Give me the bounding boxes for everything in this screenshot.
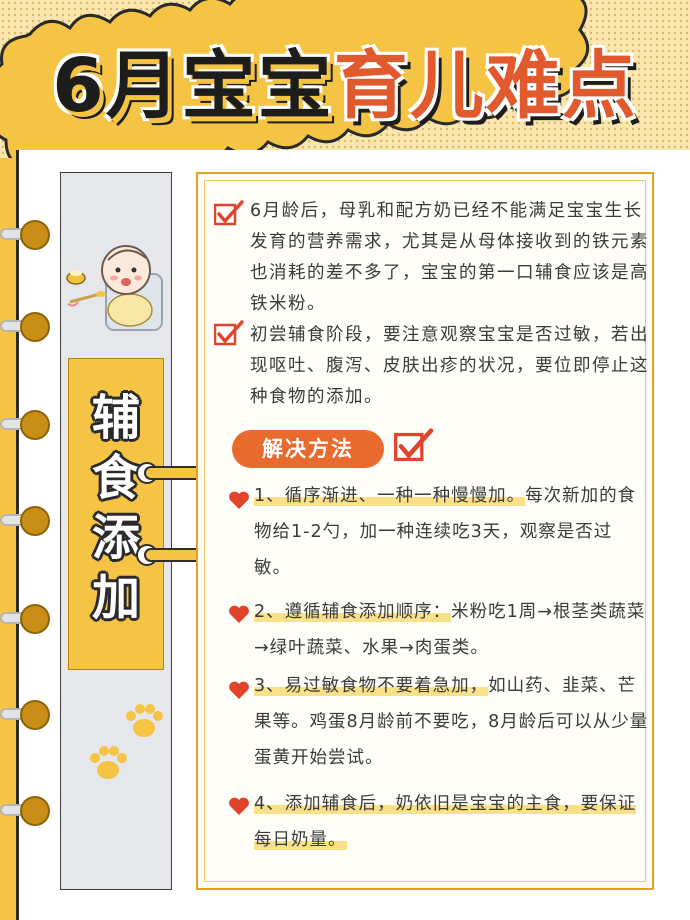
intro-paragraph-2: 初尝辅食阶段，要注意观察宝宝是否过敏，若出现呕吐、腹泻、皮肤出疹的状况，要位即停… — [250, 325, 649, 407]
checkbox-tick-icon — [394, 428, 434, 462]
page-background: 6月宝宝育儿难点 辅 食 添 加 6月龄后，母乳和配方奶已经不能满足宝宝生长发育… — [0, 0, 690, 920]
header-banner: 6月宝宝育儿难点 — [0, 0, 690, 158]
solution-heading: 解决方法 — [232, 430, 384, 468]
solution-item-2: 2、遵循辅食添加顺序：米粉吃1周→根茎类蔬菜→绿叶蔬菜、水果→肉蛋类。 — [254, 594, 649, 666]
solution-item-3: 3、易过敏食物不要着急加，如山药、韭菜、芒果等。鸡蛋8月龄前不要吃，8月龄后可以… — [254, 668, 649, 776]
solution-item-lead: 1、循序渐进、一种一种慢慢加。 — [254, 486, 526, 506]
page-title: 6月宝宝育儿难点 — [0, 38, 690, 134]
solution-item-4: 4、添加辅食后，奶依旧是宝宝的主食，要保证每日奶量。 — [254, 786, 649, 858]
spiral-ring — [0, 506, 56, 536]
heart-icon — [229, 491, 249, 509]
side-label-char: 辅 — [91, 390, 140, 446]
solution-item-lead: 3、易过敏食物不要着急加， — [254, 676, 489, 696]
spiral-ring — [0, 604, 56, 634]
heart-icon — [229, 681, 249, 699]
spiral-ring — [0, 220, 56, 250]
heart-icon — [229, 797, 249, 815]
spiral-ring — [0, 700, 56, 730]
intro-paragraph-1: 6月龄后，母乳和配方奶已经不能满足宝宝生长发育的营养需求，尤其是从母体接收到的铁… — [250, 201, 649, 314]
spiral-ring — [0, 410, 56, 440]
checkbox-tick-icon — [214, 320, 244, 346]
heart-icon — [229, 605, 249, 623]
spiral-ring — [0, 312, 56, 342]
spiral-ring — [0, 796, 56, 826]
solution-item-lead: 4、添加辅食后，奶依旧是宝宝的主食，要保证每日奶量。 — [254, 794, 637, 850]
baby-eating-illustration — [66, 245, 163, 331]
side-label-辅食添加: 辅 食 添 加 — [68, 388, 164, 628]
title-part-2: 育儿难点 — [333, 43, 638, 129]
paw-print-icon — [126, 704, 163, 737]
title-part-1: 6月宝宝 — [52, 43, 334, 129]
solution-item-lead: 2、遵循辅食添加顺序： — [254, 602, 452, 622]
side-label-char: 加 — [91, 570, 140, 626]
checkbox-tick-icon — [214, 200, 244, 226]
solution-item-1: 1、循序渐进、一种一种慢慢加。每次新加的食物给1-2勺，加一种连续吃3天，观察是… — [254, 478, 649, 586]
paw-print-icon — [90, 746, 127, 779]
